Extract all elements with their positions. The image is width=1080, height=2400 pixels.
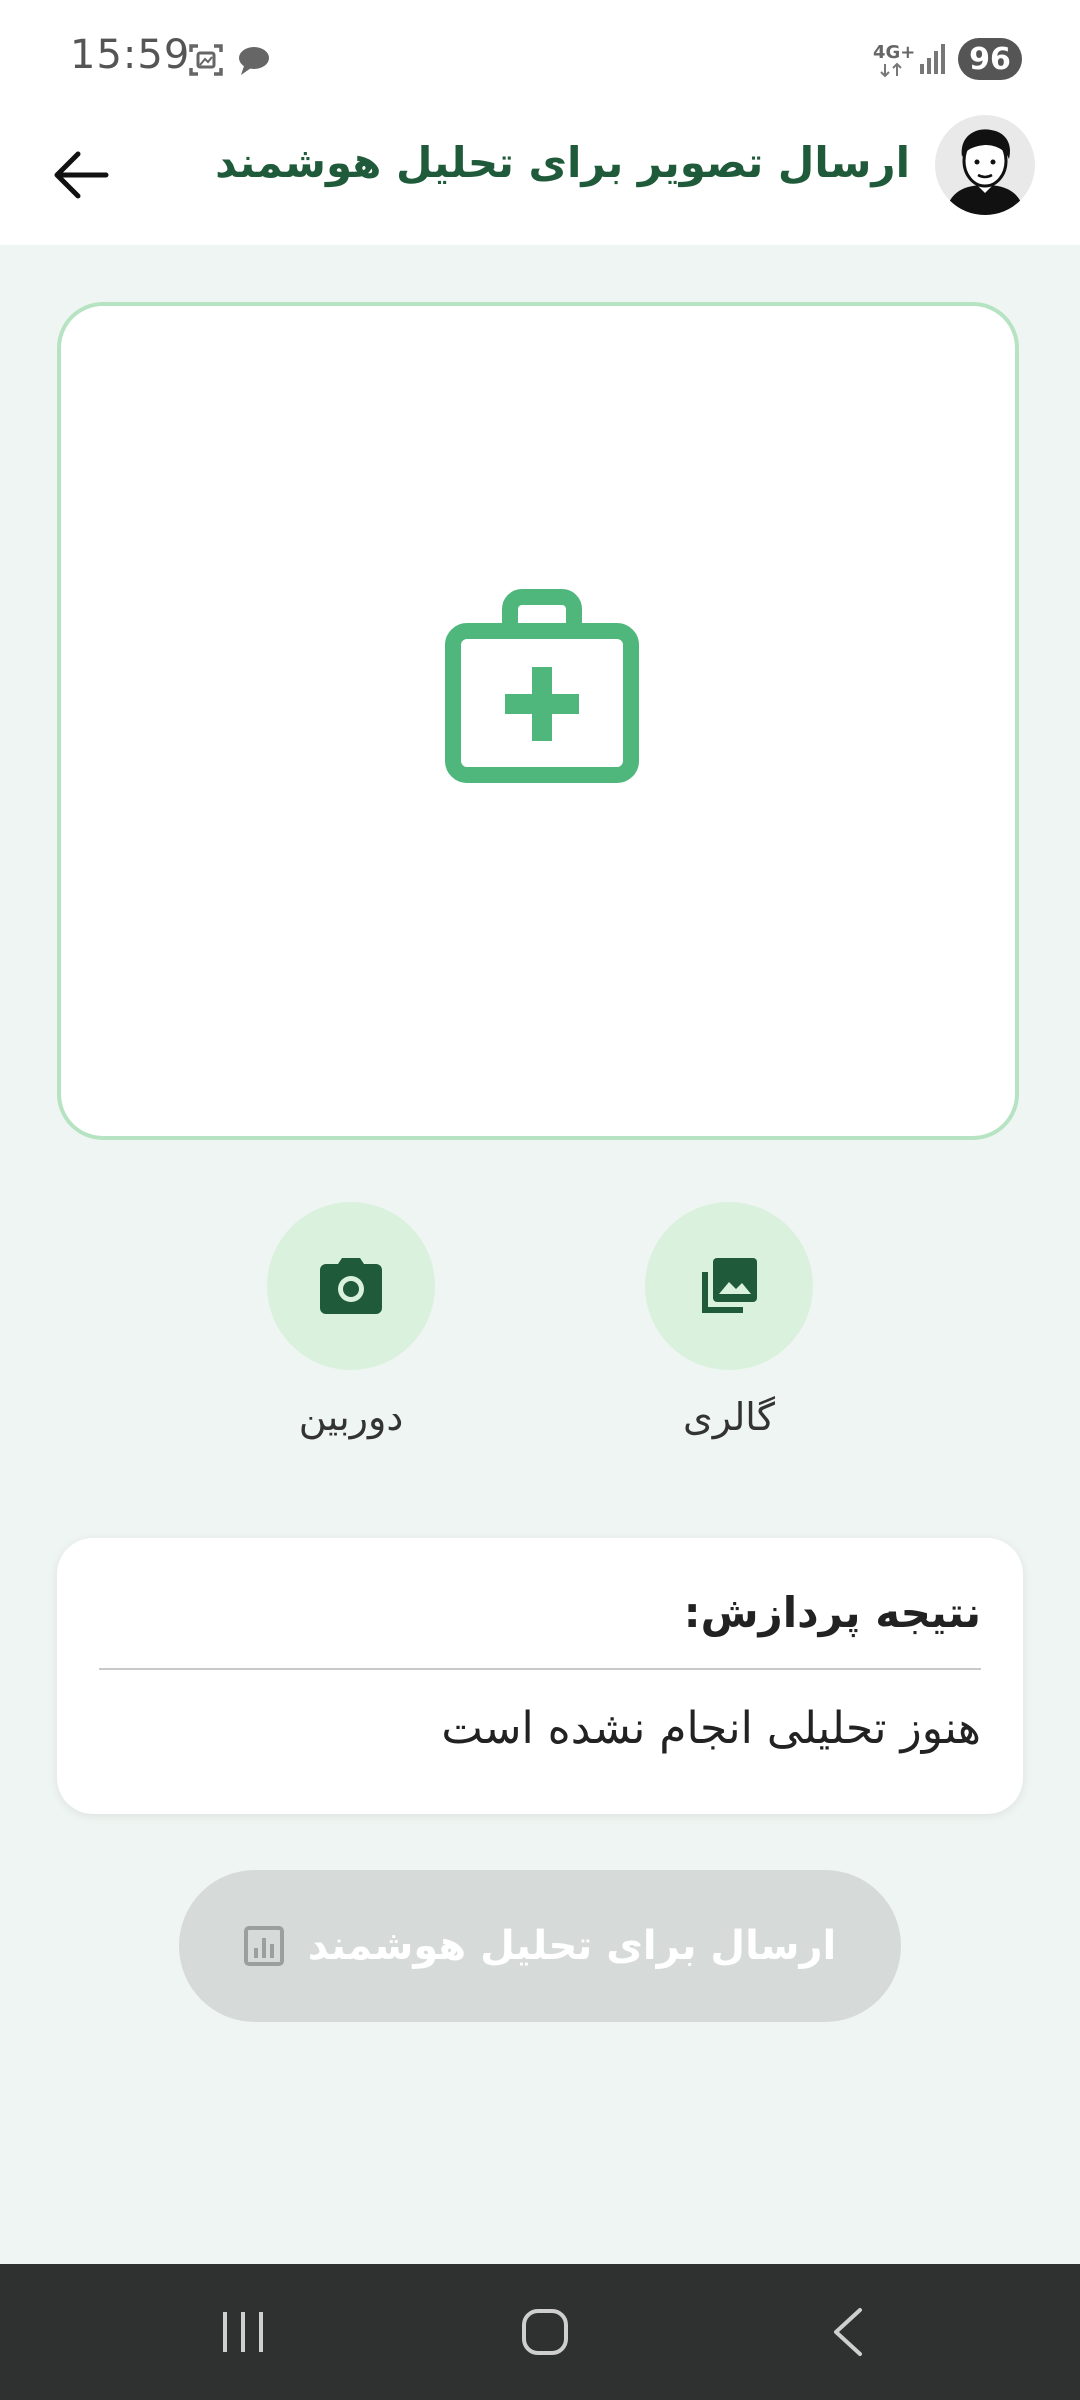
system-nav-bar bbox=[0, 2264, 1080, 2400]
status-time: 15:59 bbox=[70, 32, 191, 78]
page-title: ارسال تصویر برای تحلیل هوشمند bbox=[215, 138, 910, 187]
submit-label: ارسال برای تحلیل هوشمند bbox=[307, 1923, 837, 1969]
medical-kit-icon bbox=[445, 589, 639, 783]
status-bar: 15:59 4G+ 96 bbox=[0, 0, 1080, 110]
image-drop-area[interactable] bbox=[57, 302, 1019, 1140]
avatar[interactable] bbox=[935, 115, 1035, 215]
data-arrows-icon bbox=[880, 62, 902, 78]
arrow-left-icon[interactable] bbox=[46, 140, 116, 210]
home-icon[interactable] bbox=[515, 2302, 575, 2362]
signal-icon bbox=[920, 44, 945, 74]
back-nav-icon[interactable] bbox=[820, 2302, 880, 2362]
gallery-button[interactable] bbox=[645, 1202, 813, 1370]
chat-bubble-icon bbox=[239, 47, 269, 75]
recents-icon[interactable] bbox=[213, 2302, 273, 2362]
result-text: هنوز تحلیلی انجام نشده است bbox=[441, 1703, 981, 1754]
result-card: نتیجه پردازش: هنوز تحلیلی انجام نشده است bbox=[57, 1538, 1023, 1814]
screenshot-icon bbox=[189, 44, 223, 76]
network-type: 4G+ bbox=[873, 42, 916, 63]
user-avatar-icon bbox=[935, 115, 1035, 215]
submit-analysis-button[interactable]: ارسال برای تحلیل هوشمند bbox=[179, 1870, 901, 2022]
analytics-icon bbox=[243, 1926, 284, 1966]
battery-indicator: 96 bbox=[958, 38, 1022, 80]
camera-icon bbox=[320, 1258, 382, 1314]
gallery-icon bbox=[702, 1258, 757, 1313]
app-bar: ارسال تصویر برای تحلیل هوشمند bbox=[0, 110, 1080, 245]
gallery-label: گالری bbox=[683, 1395, 775, 1439]
result-title: نتیجه پردازش: bbox=[683, 1588, 981, 1637]
camera-button[interactable] bbox=[267, 1202, 435, 1370]
result-divider bbox=[99, 1668, 981, 1670]
camera-label: دوربین bbox=[298, 1395, 404, 1439]
